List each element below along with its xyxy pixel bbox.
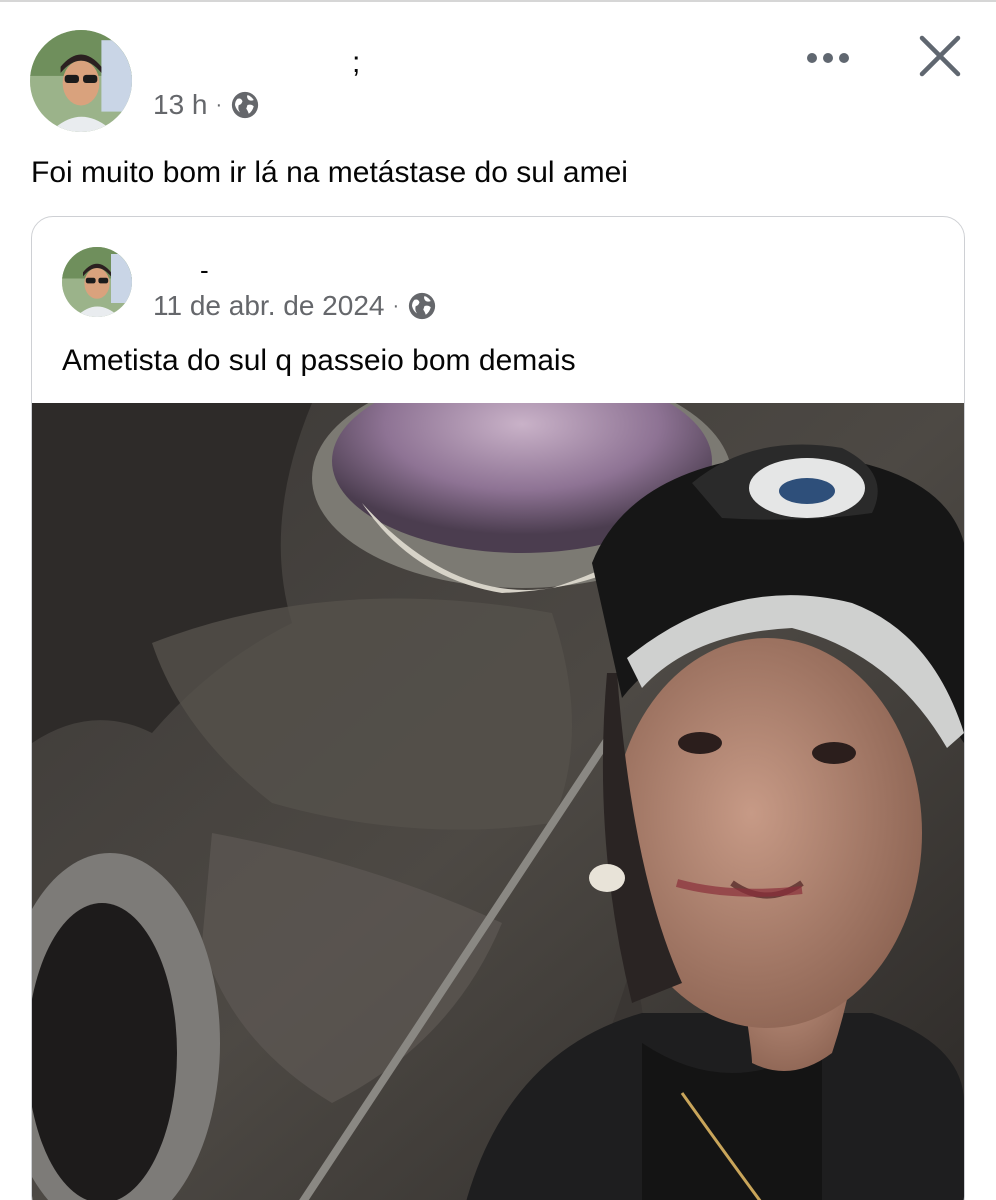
author-name[interactable]: ; (352, 48, 360, 78)
shared-author-name[interactable]: - (200, 257, 209, 283)
shared-post-meta: 11 de abr. de 2024 · (153, 289, 437, 323)
post-meta: 13 h · (153, 88, 260, 122)
avatar-photo (30, 30, 132, 132)
globe-icon (232, 91, 259, 119)
meta-separator: · (392, 294, 400, 317)
shared-post-photo[interactable] (32, 403, 964, 1200)
more-icon (807, 53, 849, 63)
globe-icon (409, 292, 436, 320)
avatar-photo (62, 247, 132, 317)
close-button[interactable] (914, 30, 966, 82)
top-divider (0, 0, 996, 2)
shared-post-text: Ametista do sul q passeio bom demais (62, 344, 576, 377)
meta-separator: · (215, 93, 223, 116)
close-icon (919, 35, 961, 77)
shared-post-card[interactable]: - 11 de abr. de 2024 · Ametista do sul q… (31, 216, 965, 1200)
shared-post-date[interactable]: 11 de abr. de 2024 (153, 290, 384, 322)
shared-author-avatar[interactable] (62, 247, 132, 317)
post-text: Foi muito bom ir lá na metástase do sul … (31, 156, 628, 189)
post-time[interactable]: 13 h (153, 89, 208, 121)
author-avatar[interactable] (30, 30, 132, 132)
post-view: ; 13 h · Foi muito bom ir lá na metástas… (0, 0, 996, 1200)
photo-amethyst-mine-selfie (32, 403, 964, 1200)
more-options-button[interactable] (800, 40, 856, 76)
